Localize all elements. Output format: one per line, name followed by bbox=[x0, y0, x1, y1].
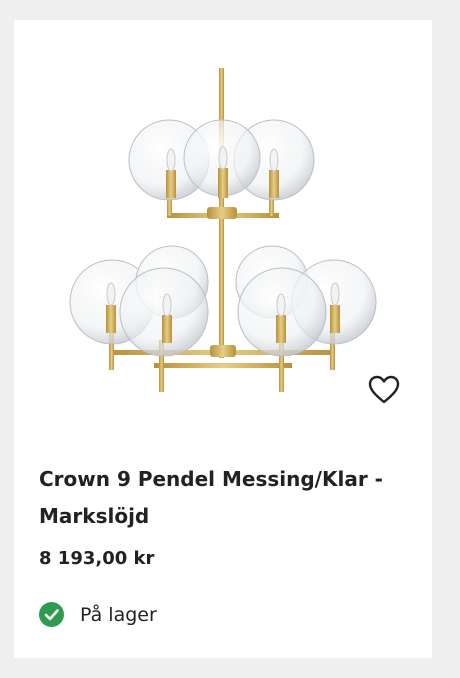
stock-status-label: På lager bbox=[80, 603, 157, 626]
product-card[interactable]: Crown 9 Pendel Messing/Klar - Markslöjd … bbox=[14, 20, 432, 658]
stock-status: På lager bbox=[39, 602, 157, 627]
wishlist-button[interactable] bbox=[366, 372, 402, 408]
check-circle-icon bbox=[39, 602, 64, 627]
product-price: 8 193,00 kr bbox=[39, 548, 155, 569]
product-title[interactable]: Crown 9 Pendel Messing/Klar - Markslöjd bbox=[39, 461, 419, 535]
heart-outline-icon bbox=[368, 375, 400, 404]
